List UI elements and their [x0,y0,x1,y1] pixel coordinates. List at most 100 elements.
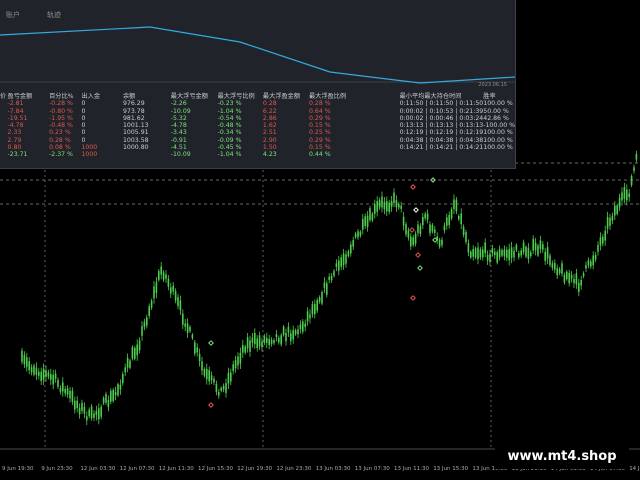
table-cell: 981.62 [123,114,145,122]
candle [210,375,213,381]
candle [98,408,100,420]
candle [326,283,328,295]
table-cell: 0.29 % [309,114,331,122]
candle [558,269,561,274]
candle [354,233,357,238]
candle [321,292,323,304]
candle [410,236,412,247]
candle [126,357,129,368]
candle [47,372,50,377]
panel-tabs: 账户 轨迹 [0,10,515,22]
candle [136,344,138,356]
candle [52,374,54,385]
table-cell: 2.90 [262,136,277,144]
table-cell: 0.28 [262,100,277,108]
table-cell: 6.22 [262,107,277,115]
table-cell: 0.29 % [309,136,331,144]
candle [155,282,158,294]
time-label: 12 Jun 15:30 [198,466,233,472]
candle [206,368,208,380]
tab-account[interactable]: 账户 [6,10,20,20]
candle [177,297,179,306]
candle [86,416,88,421]
candle [496,252,498,263]
candle [345,254,347,264]
candle [614,205,616,216]
candle [388,202,390,212]
table-cell: 0 [81,100,86,108]
candle [585,265,587,269]
time-label: 12 Jun 07:30 [119,466,155,472]
trade-marker [415,252,421,258]
candle [635,153,638,160]
candle [429,224,431,234]
candle [215,383,218,392]
candle [381,196,383,208]
column-header: 最大浮盈比例 [309,93,347,100]
table-cell [0,100,8,107]
table-cell: 0.15 % [309,144,331,152]
candle [474,248,477,258]
candle [254,332,256,345]
candle [261,341,263,348]
candle [220,387,222,391]
candle [551,263,554,268]
table-cell: -4.78 [7,122,24,130]
candle [38,371,40,376]
candle [230,372,232,382]
candle [278,337,280,343]
candle [294,330,297,335]
equity-line [0,26,515,84]
candle [59,388,62,392]
candle [266,337,268,343]
stats-table: 价盈亏金额 百分比% 出入金 余额 最大浮亏金额 最大浮亏比例 最大浮盈金额 最大浮盈比例 最小… [0,93,515,159]
candle [340,257,342,267]
candle [630,175,633,186]
candle [534,242,537,251]
candle [57,379,59,387]
table-cell: -0.48 % [217,122,242,130]
candle [544,251,546,261]
candle [23,354,26,365]
candle [117,384,119,396]
tab-track[interactable]: 轨迹 [47,10,61,20]
candle [426,213,429,220]
candle [606,216,609,229]
stats-panel: 账户 轨迹 2023.06.15 价盈亏金额 百分比% 出入金 余额 最大浮亏金额 最大浮… [0,0,516,169]
candle [290,333,292,342]
candle [189,327,191,332]
candle [405,224,407,235]
candle [54,373,57,379]
candle [575,273,578,285]
candle [33,365,35,375]
candle [458,215,460,220]
candle [273,340,275,344]
candle [549,255,551,265]
candle [110,390,112,402]
candle [148,306,150,316]
candle [40,371,42,381]
candle [347,251,350,256]
candle [527,247,530,259]
table-cell: 0.44 % [309,151,331,159]
candle [611,216,614,221]
table-cell: -0.23 % [217,100,242,108]
candle [390,200,393,207]
candle [306,311,309,322]
table-cell [0,108,8,115]
table-cell: -10.09 [170,107,191,115]
time-label: 13 Jun 15:30 [433,466,469,472]
candle [165,274,167,279]
table-cell: -0.28 % [49,100,73,108]
table-cell: -2.26 [170,100,187,108]
candle [578,282,580,292]
candle [119,384,122,390]
table-row: 2.79 0.28 % 0 1003.58 -0.91 -0.09 % 2.90 0.29 %… [0,137,515,144]
candle [443,225,446,231]
candle [542,244,544,250]
table-cell: 0 [81,136,86,144]
candle [594,254,597,260]
candle [484,242,486,254]
column-header: 百分比% [49,93,74,100]
candle [338,260,340,271]
